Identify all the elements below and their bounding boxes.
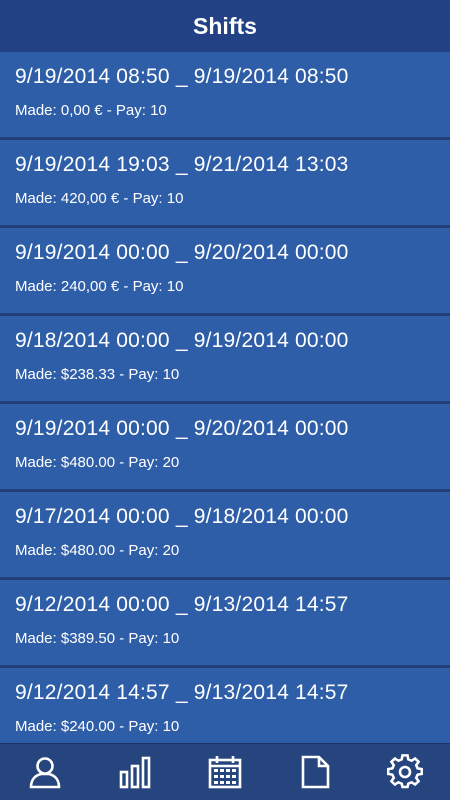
page-title: Shifts	[193, 12, 257, 39]
calendar-icon	[208, 756, 242, 789]
tab-settings[interactable]	[375, 744, 435, 800]
list-item[interactable]: 9/17/2014 00:00 _ 9/18/2014 00:00 Made: …	[0, 492, 450, 580]
shift-detail: Made: $240.00 - Pay: 10	[15, 718, 180, 735]
list-item[interactable]: 9/19/2014 00:00 _ 9/20/2014 00:00 Made: …	[0, 404, 450, 492]
shift-detail: Made: $480.00 - Pay: 20	[15, 454, 180, 471]
shift-range: 9/19/2014 08:50 _ 9/19/2014 08:50	[15, 65, 349, 88]
shift-detail: Made: 0,00 € - Pay: 10	[15, 102, 167, 119]
app-header: Shifts	[0, 0, 450, 52]
shift-list[interactable]: 9/19/2014 08:50 _ 9/19/2014 08:50 Made: …	[0, 52, 450, 744]
shift-range: 9/19/2014 00:00 _ 9/20/2014 00:00	[15, 417, 349, 440]
shift-range: 9/17/2014 00:00 _ 9/18/2014 00:00	[15, 505, 349, 528]
shift-range: 9/12/2014 14:57 _ 9/13/2014 14:57	[15, 681, 349, 704]
shift-range: 9/19/2014 19:03 _ 9/21/2014 13:03	[15, 153, 349, 176]
shift-detail: Made: 420,00 € - Pay: 10	[15, 190, 184, 207]
tab-calendar[interactable]	[195, 744, 255, 800]
shift-detail: Made: $480.00 - Pay: 20	[15, 542, 180, 559]
list-item[interactable]: 9/19/2014 08:50 _ 9/19/2014 08:50 Made: …	[0, 52, 450, 140]
list-item[interactable]: 9/12/2014 14:57 _ 9/13/2014 14:57 Made: …	[0, 668, 450, 744]
gear-icon	[387, 754, 423, 789]
shift-detail: Made: $389.50 - Pay: 10	[15, 630, 180, 647]
list-item[interactable]: 9/12/2014 00:00 _ 9/13/2014 14:57 Made: …	[0, 580, 450, 668]
shift-detail: Made: 240,00 € - Pay: 10	[15, 278, 184, 295]
list-item[interactable]: 9/19/2014 19:03 _ 9/21/2014 13:03 Made: …	[0, 140, 450, 228]
tab-reports[interactable]	[285, 744, 345, 800]
document-icon	[301, 755, 330, 789]
shift-range: 9/12/2014 00:00 _ 9/13/2014 14:57	[15, 593, 349, 616]
user-icon	[29, 757, 61, 789]
shift-detail: Made: $238.33 - Pay: 10	[15, 366, 180, 383]
list-item[interactable]: 9/19/2014 00:00 _ 9/20/2014 00:00 Made: …	[0, 228, 450, 316]
bar-chart-icon	[119, 756, 151, 789]
tab-statistics[interactable]	[105, 744, 165, 800]
shift-range: 9/19/2014 00:00 _ 9/20/2014 00:00	[15, 241, 349, 264]
tab-profile[interactable]	[15, 744, 75, 800]
bottom-tab-bar	[0, 743, 450, 800]
list-item[interactable]: 9/18/2014 00:00 _ 9/19/2014 00:00 Made: …	[0, 316, 450, 404]
shift-range: 9/18/2014 00:00 _ 9/19/2014 00:00	[15, 329, 349, 352]
